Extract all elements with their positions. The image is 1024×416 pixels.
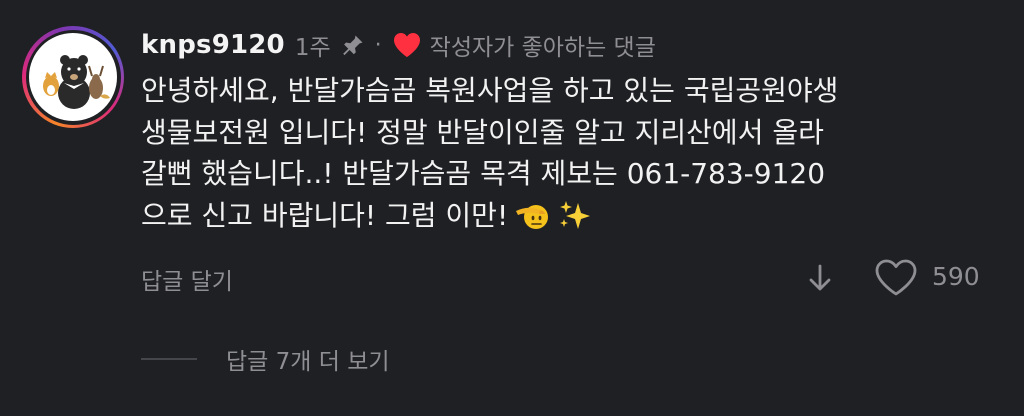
comment-line: 생물보전원 입니다! 정말 반달이인줄 알고 지리산에서 올라 <box>141 115 824 149</box>
comment-header: knps9120 1주 · 작성자가 좋아하는 댓글 <box>141 24 656 66</box>
saluting-face-emoji <box>514 201 552 243</box>
pin-icon <box>341 33 365 57</box>
comment-line: 갈뻔 했습니다..! 반달가슴곰 목격 제보는 061-783-9120 <box>141 157 826 190</box>
heart-outline-icon[interactable] <box>874 258 918 302</box>
reply-button[interactable]: 답글 달기 <box>141 262 233 296</box>
view-more-replies-button[interactable]: 답글 7개 더 보기 <box>226 342 390 376</box>
avatar-story-ring[interactable] <box>22 26 124 128</box>
replies-divider-line <box>141 358 197 360</box>
heart-filled-icon <box>392 31 422 59</box>
username-link[interactable]: knps9120 <box>141 30 285 60</box>
comment-line-text: 으로 신고 바랍니다! 그럼 이만! <box>141 198 509 232</box>
comment-text: 안녕하세요, 반달가슴곰 복원사업을 하고 있는 국립공원야생 생물보전원 입니… <box>141 70 1001 242</box>
timestamp: 1주 <box>294 35 331 61</box>
separator-dot: · <box>374 32 382 58</box>
arrow-down-icon[interactable] <box>806 262 834 298</box>
avatar[interactable] <box>29 33 117 121</box>
liked-by-creator-label: 작성자가 좋아하는 댓글 <box>429 35 656 61</box>
comment-line-last: 으로 신고 바랍니다! 그럼 이만! <box>141 195 1001 243</box>
bear-logo-image <box>43 55 110 109</box>
avatar-gap <box>25 29 121 125</box>
like-count: 590 <box>932 262 980 291</box>
sparkles-emoji <box>558 199 592 243</box>
comment-line: 안녕하세요, 반달가슴곰 복원사업을 하고 있는 국립공원야생 <box>141 74 839 107</box>
